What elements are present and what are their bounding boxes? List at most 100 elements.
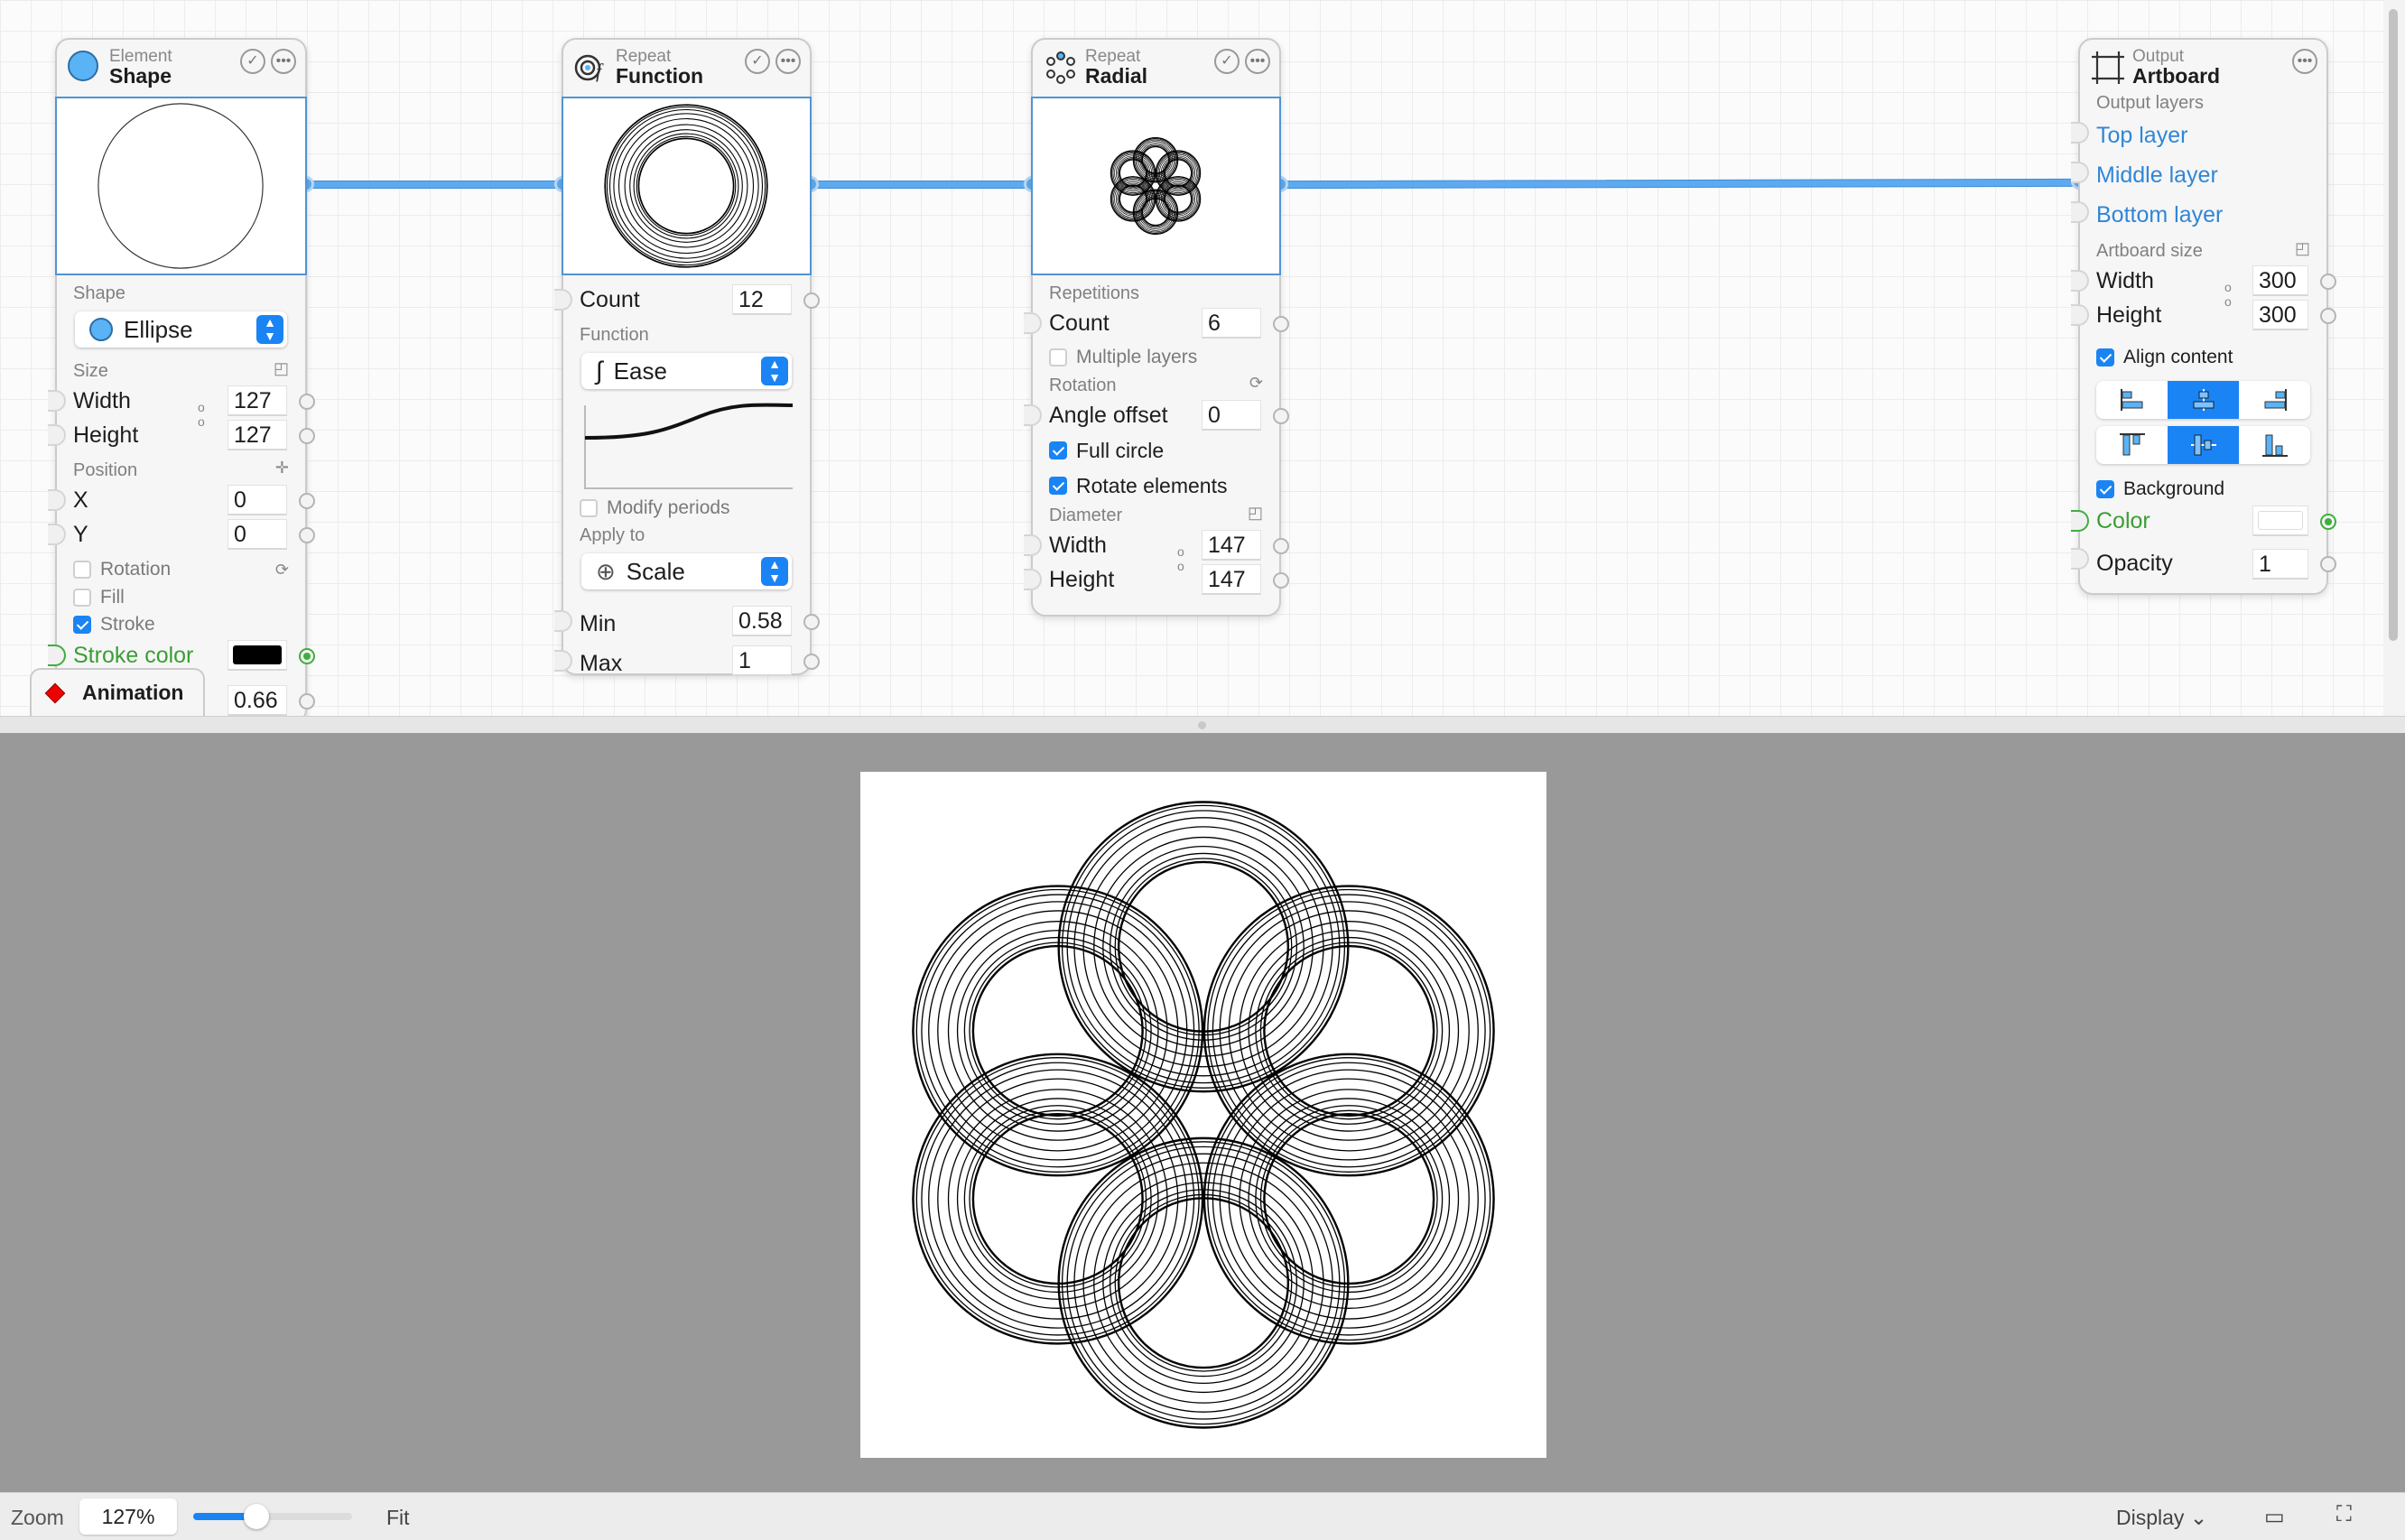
middle-layer-label[interactable]: Middle layer xyxy=(2096,162,2218,189)
height-input[interactable]: 300 xyxy=(2252,300,2308,330)
full-circle-row[interactable]: Full circle xyxy=(1033,432,1279,468)
fullscreen-icon[interactable]: ⛶ xyxy=(2336,1502,2352,1527)
artboard-viewport[interactable] xyxy=(0,733,2405,1492)
stroke-checkbox[interactable] xyxy=(73,616,91,634)
aspect-icon[interactable]: ◰ xyxy=(274,359,289,378)
input-port[interactable] xyxy=(2071,201,2089,223)
output-port[interactable] xyxy=(299,648,315,664)
output-port[interactable] xyxy=(1273,408,1289,424)
align-content-row[interactable]: Align content xyxy=(2080,332,2326,374)
input-port[interactable] xyxy=(2071,510,2089,532)
enable-check-icon[interactable]: ✓ xyxy=(240,49,265,74)
width-input[interactable]: 127 xyxy=(228,385,287,416)
divider-handle[interactable] xyxy=(1198,721,1206,729)
align-bottom-icon[interactable] xyxy=(2239,426,2310,464)
input-port[interactable] xyxy=(2071,122,2089,144)
aspect-icon[interactable]: ◰ xyxy=(2295,239,2310,258)
input-port[interactable] xyxy=(554,289,572,311)
rotation-checkbox-row[interactable]: Rotation ⟳ xyxy=(57,555,305,584)
input-port[interactable] xyxy=(2071,304,2089,326)
zoom-input[interactable]: 127% xyxy=(79,1498,177,1535)
rotation-checkbox[interactable] xyxy=(73,561,91,579)
more-options-icon[interactable]: ••• xyxy=(1245,49,1270,74)
output-port[interactable] xyxy=(2320,274,2336,290)
input-port[interactable] xyxy=(48,524,66,545)
node-header[interactable]: f Repeat Function ✓ ••• xyxy=(563,40,810,97)
input-port[interactable] xyxy=(48,390,66,412)
align-content-checkbox[interactable] xyxy=(2096,348,2114,366)
window-mode-icon[interactable]: ▭ xyxy=(2264,1504,2285,1530)
rotate-icon[interactable]: ⟳ xyxy=(275,561,289,580)
align-top-icon[interactable] xyxy=(2096,426,2168,464)
output-port[interactable] xyxy=(803,292,820,309)
shape-node[interactable]: Element Shape ✓ ••• Shape Ellipse ▲ ▼ Size… xyxy=(48,38,315,724)
repeat-radial-node[interactable]: Repeat Radial ✓ ••• Repetitions Count 6 M… xyxy=(1024,38,1289,617)
output-port[interactable] xyxy=(2320,556,2336,572)
apply-to-select[interactable]: ⊕ Scale ▲ ▼ xyxy=(581,553,792,589)
input-port[interactable] xyxy=(1024,312,1042,334)
y-input[interactable]: 0 xyxy=(228,519,287,550)
angle-offset-input[interactable]: 0 xyxy=(1202,400,1261,431)
x-input[interactable]: 0 xyxy=(228,485,287,515)
input-port[interactable] xyxy=(2071,270,2089,292)
modify-periods-row[interactable]: Modify periods xyxy=(563,492,810,524)
output-port[interactable] xyxy=(2320,308,2336,324)
stroke-checkbox-row[interactable]: Stroke xyxy=(57,611,305,638)
width-input[interactable]: 300 xyxy=(2252,265,2308,296)
width-input[interactable]: 147 xyxy=(1202,530,1261,561)
align-center-vertical-icon[interactable] xyxy=(2168,426,2239,464)
rotate-icon[interactable]: ⟳ xyxy=(1249,374,1263,393)
bottom-layer-label[interactable]: Bottom layer xyxy=(2096,202,2223,228)
input-port[interactable] xyxy=(554,610,572,632)
more-options-icon[interactable]: ••• xyxy=(271,49,296,74)
background-color-well[interactable] xyxy=(2252,506,2308,536)
align-left-icon[interactable] xyxy=(2096,381,2168,419)
output-port[interactable] xyxy=(803,614,820,630)
display-menu[interactable]: Display ⌄ xyxy=(2116,1506,2207,1530)
enable-check-icon[interactable]: ✓ xyxy=(745,49,770,74)
modify-periods-checkbox[interactable] xyxy=(580,499,598,517)
output-artboard-node[interactable]: Output Artboard ••• Output layers Top la… xyxy=(2071,38,2336,595)
horizontal-align-control[interactable] xyxy=(2096,381,2310,419)
node-header[interactable]: Repeat Radial ✓ ••• xyxy=(1033,40,1279,97)
more-options-icon[interactable]: ••• xyxy=(775,49,801,74)
height-input[interactable]: 127 xyxy=(228,420,287,450)
stroke-width-input[interactable]: 0.66 xyxy=(228,685,287,716)
min-input[interactable]: 0.58 xyxy=(732,606,792,636)
full-circle-checkbox[interactable] xyxy=(1049,441,1067,459)
output-port[interactable] xyxy=(299,394,315,410)
multiple-layers-row[interactable]: Multiple layers xyxy=(1033,340,1279,375)
output-port[interactable] xyxy=(299,428,315,444)
node-header[interactable]: Element Shape ✓ ••• xyxy=(57,40,305,97)
output-port[interactable] xyxy=(299,527,315,543)
wire-shape-to-function[interactable] xyxy=(305,181,563,189)
opacity-input[interactable]: 1 xyxy=(2252,549,2308,580)
function-select[interactable]: ∫ Ease ▲ ▼ xyxy=(581,353,792,389)
multiple-layers-checkbox[interactable] xyxy=(1049,348,1067,366)
fill-checkbox[interactable] xyxy=(73,589,91,607)
rotate-elements-row[interactable]: Rotate elements xyxy=(1033,468,1279,503)
align-center-horizontal-icon[interactable] xyxy=(2168,381,2239,419)
input-port[interactable] xyxy=(1024,404,1042,426)
shape-select[interactable]: Ellipse ▲ ▼ xyxy=(75,311,287,348)
output-port[interactable] xyxy=(299,493,315,509)
input-port[interactable] xyxy=(554,650,572,672)
output-port[interactable] xyxy=(1273,538,1289,554)
input-port[interactable] xyxy=(2071,162,2089,183)
background-row[interactable]: Background xyxy=(2080,464,2326,504)
move-icon[interactable]: ✛ xyxy=(275,459,289,478)
output-port[interactable] xyxy=(803,654,820,670)
ease-graph[interactable] xyxy=(583,402,794,492)
output-port[interactable] xyxy=(1273,572,1289,589)
aspect-icon[interactable]: ◰ xyxy=(1248,504,1263,523)
align-right-icon[interactable] xyxy=(2239,381,2310,419)
vertical-align-control[interactable] xyxy=(2096,426,2310,464)
zoom-slider-knob[interactable] xyxy=(244,1504,270,1529)
count-input[interactable]: 12 xyxy=(732,284,792,315)
repeat-function-node[interactable]: f Repeat Function ✓ ••• Count 12 Function… xyxy=(554,38,820,676)
input-port[interactable] xyxy=(48,489,66,511)
output-port[interactable] xyxy=(1273,316,1289,332)
height-input[interactable]: 147 xyxy=(1202,564,1261,595)
input-port[interactable] xyxy=(48,424,66,446)
stroke-color-well[interactable] xyxy=(228,640,287,671)
